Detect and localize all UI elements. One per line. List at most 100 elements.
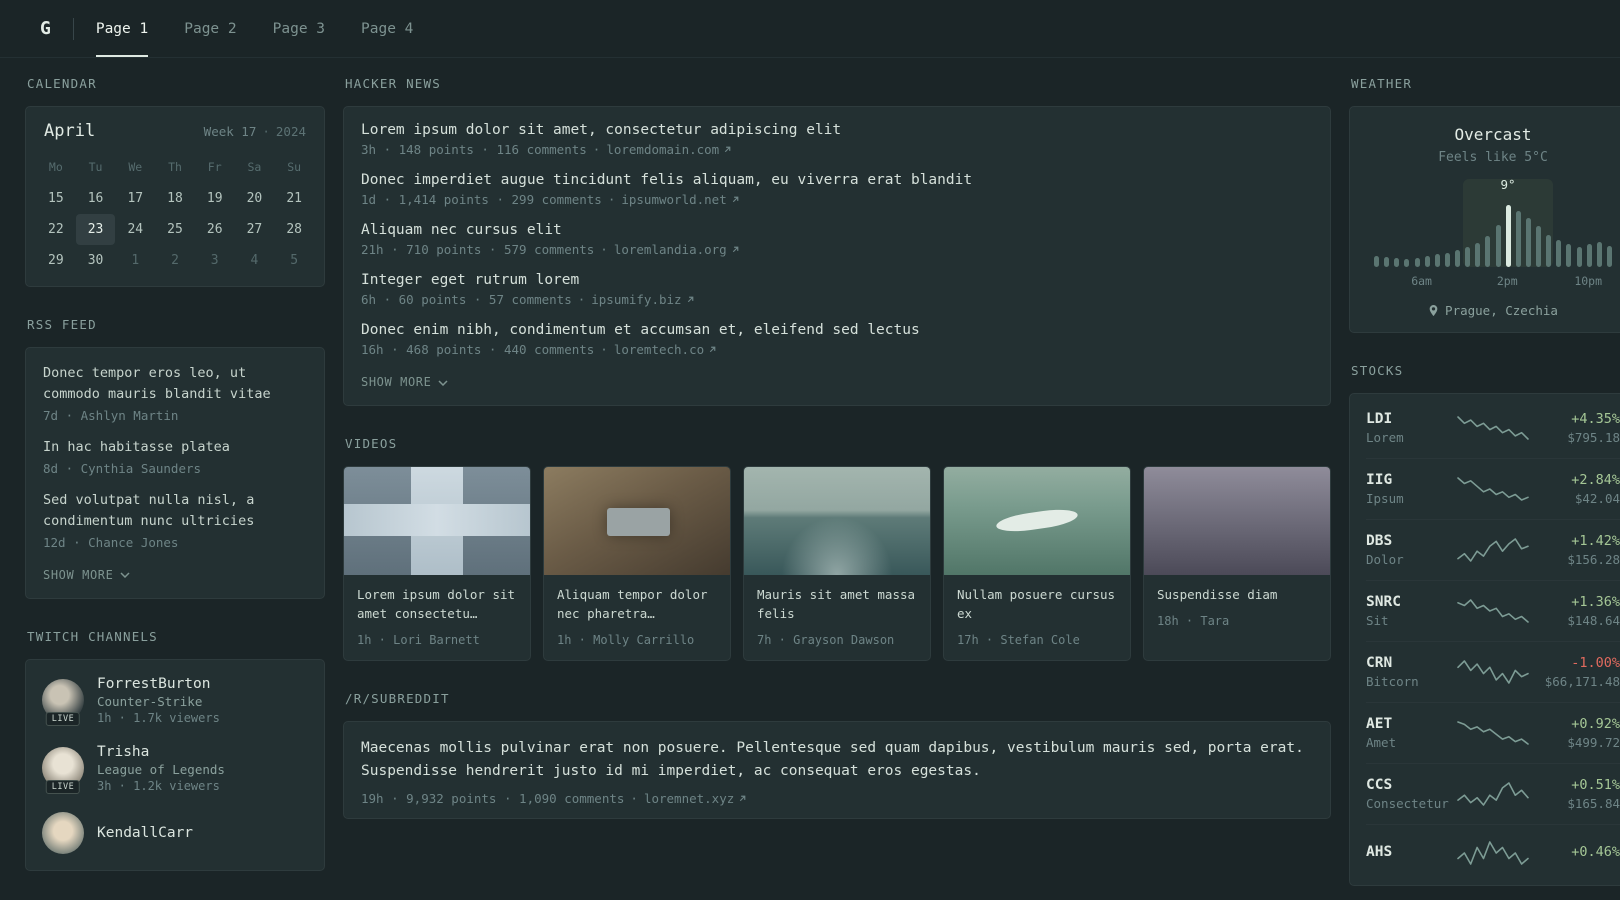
- stock-id: CRN Bitcorn: [1366, 655, 1455, 689]
- hn-item[interactable]: Donec enim nibh, condimentum et accumsan…: [361, 322, 1313, 357]
- video-card[interactable]: Suspendisse diam 18h · Tara: [1143, 466, 1331, 661]
- channel-meta: 3h · 1.2k viewers: [97, 778, 220, 793]
- rss-item-meta: 8d · Cynthia Saunders: [43, 460, 202, 476]
- external-link-icon: [732, 246, 739, 253]
- channel-meta: 1h · 1.7k viewers: [97, 710, 220, 725]
- page-tabs: Page 1 Page 2 Page 3 Page 4: [95, 0, 450, 57]
- hn-item[interactable]: Integer eget rutrum lorem 6h · 60 points…: [361, 272, 1313, 307]
- subreddit-domain-link[interactable]: loremnet.xyz: [644, 791, 747, 806]
- stock-row[interactable]: LDI Lorem +4.35% $795.18: [1366, 398, 1620, 458]
- twitch-channel[interactable]: LIVE Trisha League of Legends 3h · 1.2k …: [42, 744, 308, 795]
- rss-item[interactable]: Donec tempor eros leo, ut commodo mauris…: [43, 363, 307, 423]
- stock-row[interactable]: CRN Bitcorn -1.00% $66,171.48: [1366, 641, 1620, 702]
- stock-row[interactable]: SNRC Sit +1.36% $148.64: [1366, 580, 1620, 641]
- calendar-widget: CALENDAR April Week 17 · 2024 Mo Tu We Th …: [25, 76, 325, 287]
- weather-location[interactable]: Prague, Czechia: [1366, 303, 1620, 318]
- stock-values: +4.35% $795.18: [1531, 411, 1620, 445]
- hn-item-title[interactable]: Lorem ipsum dolor sit amet, consectetur …: [361, 122, 841, 138]
- calendar-day-next-month: 2: [171, 253, 179, 268]
- rss-item-title[interactable]: Donec tempor eros leo, ut commodo mauris…: [43, 363, 307, 405]
- channel-name[interactable]: Trisha: [97, 744, 225, 760]
- hn-item-domain-link[interactable]: loremtech.co: [614, 342, 717, 357]
- hn-item-domain-link[interactable]: loremdomain.com: [606, 142, 732, 157]
- weekday-label: Tu: [88, 160, 103, 174]
- video-title[interactable]: Lorem ipsum dolor sit amet consectetu…: [357, 586, 517, 624]
- hn-item-domain-link[interactable]: loremlandia.org: [614, 242, 740, 257]
- twitch-channel[interactable]: LIVE ForrestBurton Counter-Strike 1h · 1…: [42, 676, 308, 727]
- calendar-day: 27: [246, 222, 263, 237]
- video-thumbnail[interactable]: [944, 467, 1130, 575]
- rss-show-more-button[interactable]: SHOW MORE: [43, 565, 307, 586]
- weather-bar: [1444, 253, 1450, 267]
- subreddit-post[interactable]: Maecenas mollis pulvinar erat non posuer…: [361, 737, 1313, 806]
- weather-bar: [1536, 226, 1541, 267]
- stock-change: +0.51%: [1571, 777, 1620, 793]
- app-logo[interactable]: G: [40, 18, 51, 39]
- calendar-section-title: CALENDAR: [27, 76, 97, 91]
- twitch-channel[interactable]: KendallCarr: [42, 811, 308, 854]
- stock-row[interactable]: AHS +0.46%: [1366, 824, 1620, 881]
- tab-page-4[interactable]: Page 4: [361, 0, 413, 57]
- subreddit-domain: loremnet.xyz: [643, 790, 735, 806]
- stock-name: Ipsum: [1366, 491, 1404, 506]
- hn-item-meta: 3h · 148 points · 116 comments · loremdom…: [361, 142, 1313, 157]
- calendar-weekday-header: Mo Tu We Th Fr Sa Su: [36, 157, 314, 177]
- hn-item-title[interactable]: Donec enim nibh, condimentum et accumsan…: [361, 322, 920, 338]
- hn-item-title[interactable]: Integer eget rutrum lorem: [361, 272, 579, 288]
- channel-name[interactable]: ForrestBurton: [97, 676, 220, 692]
- video-card[interactable]: Nullam posuere cursus ex 17h · Stefan Co…: [943, 466, 1131, 661]
- stock-row[interactable]: CCS Consectetur +0.51% $165.84: [1366, 763, 1620, 824]
- hn-item[interactable]: Lorem ipsum dolor sit amet, consectetur …: [361, 122, 1313, 157]
- hn-item-title[interactable]: Aliquam nec cursus elit: [361, 222, 562, 238]
- rss-item[interactable]: Sed volutpat nulla nisl, a condimentum n…: [43, 490, 307, 550]
- stock-row[interactable]: IIG Ipsum +2.84% $42.04: [1366, 458, 1620, 519]
- twitch-widget: TWITCH CHANNELS LIVE ForrestBurton Count…: [25, 629, 325, 871]
- hn-item-domain-link[interactable]: ipsumify.biz: [591, 292, 694, 307]
- stock-price: $156.28: [1567, 552, 1620, 567]
- tab-page-1[interactable]: Page 1: [95, 0, 149, 57]
- channel-name[interactable]: KendallCarr: [97, 825, 193, 841]
- weekday-label: Fr: [207, 160, 222, 174]
- video-title[interactable]: Mauris sit amet massa felis: [757, 586, 917, 624]
- hn-item[interactable]: Donec imperdiet augue tincidunt felis al…: [361, 172, 1313, 207]
- stock-price: $42.04: [1574, 491, 1620, 506]
- time-label: 2pm: [1496, 274, 1518, 288]
- tab-page-3[interactable]: Page 3: [273, 0, 325, 57]
- video-title[interactable]: Nullam posuere cursus ex: [957, 586, 1117, 624]
- stock-values: +0.51% $165.84: [1531, 777, 1620, 811]
- tab-page-2[interactable]: Page 2: [184, 0, 236, 57]
- weather-feels-like: Feels like 5°C: [1438, 150, 1548, 165]
- weather-section-title: WEATHER: [1351, 76, 1413, 91]
- stock-id: IIG Ipsum: [1366, 472, 1455, 506]
- stock-name: Dolor: [1366, 552, 1404, 567]
- video-thumbnail[interactable]: [744, 467, 930, 575]
- video-thumbnail[interactable]: [544, 467, 730, 575]
- stock-sparkline: [1457, 660, 1529, 684]
- video-thumbnail[interactable]: [1144, 467, 1330, 575]
- stock-symbol: IIG: [1366, 472, 1393, 488]
- video-card[interactable]: Mauris sit amet massa felis 7h · Grayson…: [743, 466, 931, 661]
- video-title[interactable]: Aliquam tempor dolor nec pharetra…: [557, 586, 717, 624]
- rss-item[interactable]: In hac habitasse platea 8d · Cynthia Sau…: [43, 437, 307, 476]
- hn-item[interactable]: Aliquam nec cursus elit 21h · 710 points…: [361, 222, 1313, 257]
- hn-show-more-button[interactable]: SHOW MORE: [361, 372, 1313, 393]
- rss-item-title[interactable]: In hac habitasse platea: [43, 437, 307, 458]
- subreddit-post-title[interactable]: Maecenas mollis pulvinar erat non posuer…: [361, 740, 1304, 779]
- twitch-card: LIVE ForrestBurton Counter-Strike 1h · 1…: [25, 658, 325, 871]
- video-thumbnail[interactable]: [344, 467, 530, 575]
- weather-bar: [1394, 258, 1400, 267]
- stock-row[interactable]: AET Amet +0.92% $499.72: [1366, 702, 1620, 763]
- hn-item-domain-link[interactable]: ipsumworld.net: [621, 192, 739, 207]
- stock-row[interactable]: DBS Dolor +1.42% $156.28: [1366, 519, 1620, 580]
- channel-info: ForrestBurton Counter-Strike 1h · 1.7k v…: [97, 676, 220, 725]
- video-card[interactable]: Lorem ipsum dolor sit amet consectetu… 1…: [343, 466, 531, 661]
- weather-bar: [1505, 205, 1511, 267]
- video-title[interactable]: Suspendisse diam: [1157, 586, 1317, 605]
- rss-item-title[interactable]: Sed volutpat nulla nisl, a condimentum n…: [43, 490, 307, 532]
- hn-item-title[interactable]: Donec imperdiet augue tincidunt felis al…: [361, 172, 972, 188]
- stock-sparkline: [1457, 599, 1529, 623]
- hn-meta-text: 1d · 1,414 points · 299 comments: [361, 192, 602, 207]
- video-card[interactable]: Aliquam tempor dolor nec pharetra… 1h · …: [543, 466, 731, 661]
- subreddit-card: Maecenas mollis pulvinar erat non posuer…: [343, 720, 1331, 819]
- weather-bars: [1374, 203, 1612, 267]
